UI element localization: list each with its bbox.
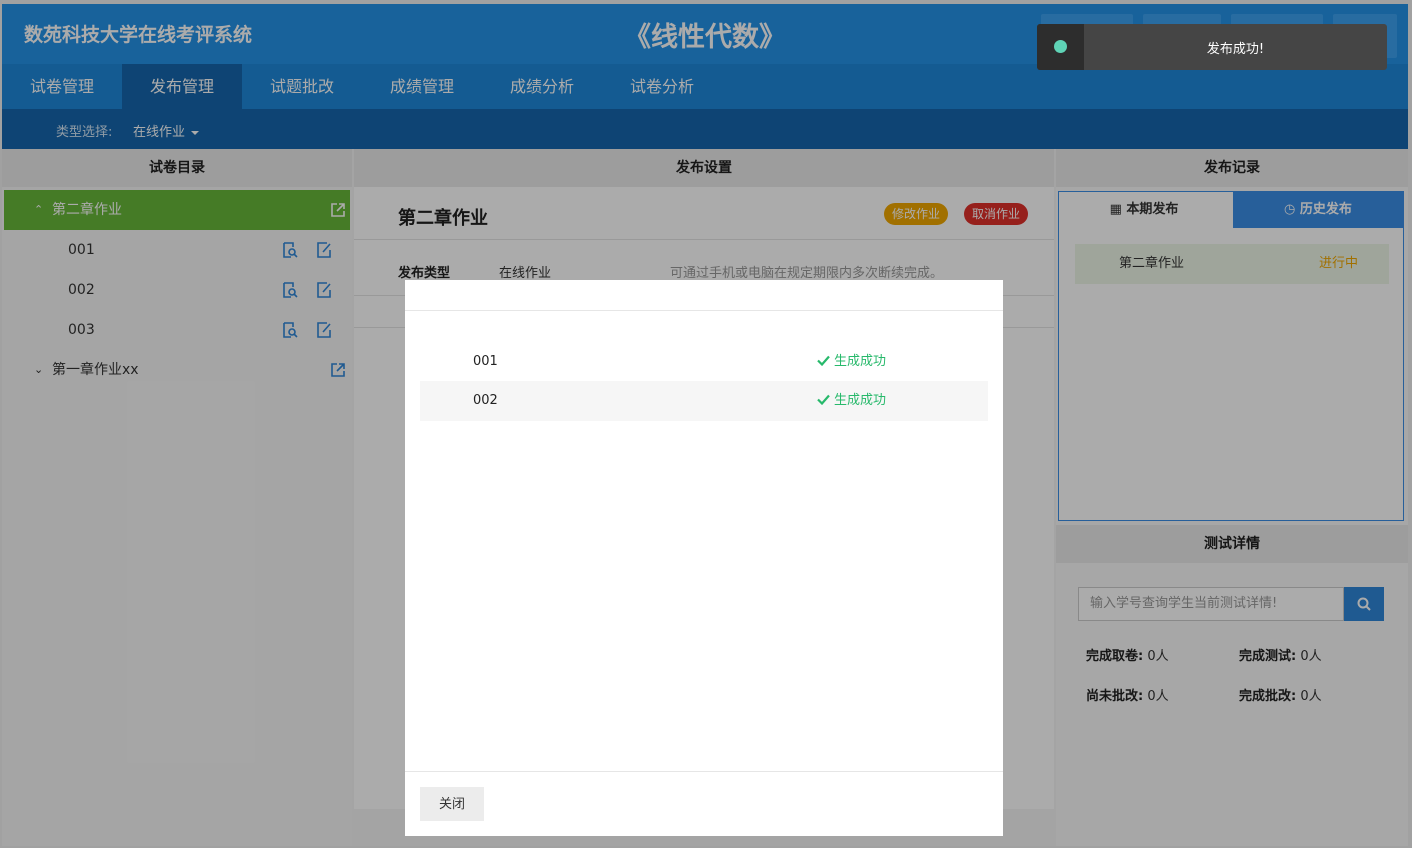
paper-name: 001 [473, 354, 498, 369]
toast-indicator [1037, 24, 1084, 70]
divider [405, 310, 1003, 311]
status-text: 生成成功 [834, 393, 887, 408]
list-item: 001 生成成功 [420, 342, 988, 382]
success-toast: 发布成功! [1037, 24, 1387, 70]
status-dot-icon [1054, 40, 1067, 53]
generation-result-dialog: 001 生成成功 002 生成成功 关闭 [405, 280, 1003, 836]
status-success: 生成成功 [817, 381, 886, 421]
close-button[interactable]: 关闭 [420, 787, 484, 821]
check-icon [817, 394, 830, 405]
check-icon [817, 355, 830, 366]
toast-message: 发布成功! [1206, 42, 1265, 57]
status-success: 生成成功 [817, 342, 886, 382]
list-item: 002 生成成功 [420, 381, 988, 421]
divider [405, 771, 1003, 772]
paper-name: 002 [473, 393, 498, 408]
status-text: 生成成功 [834, 354, 887, 369]
